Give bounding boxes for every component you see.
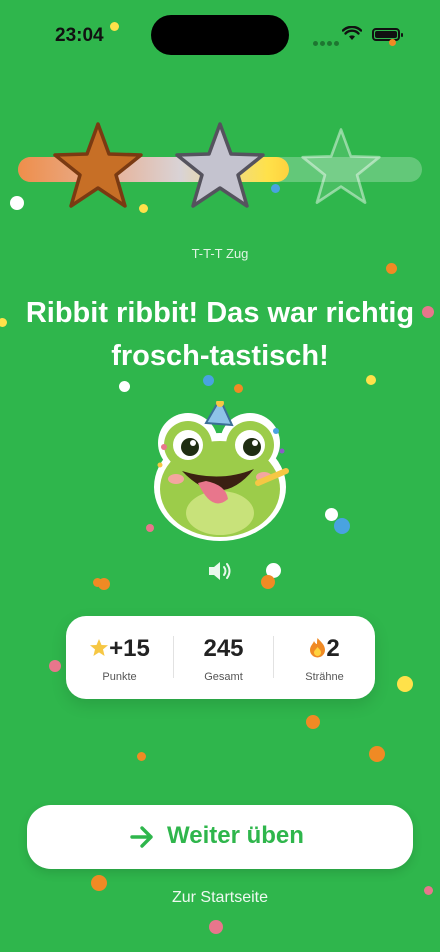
confetti-dot [98, 578, 110, 590]
stat-total: 245 Gesamt [174, 616, 273, 699]
stat-points: +15 Punkte [66, 616, 173, 699]
confetti-dot [10, 196, 24, 210]
points-value: +15 [109, 635, 150, 662]
confetti-dot [118, 380, 130, 392]
confetti-dot [397, 676, 413, 692]
stat-streak: 2 Strähne [274, 616, 375, 699]
points-label: Punkte [102, 671, 137, 683]
lesson-subtitle: T-T-T Zug [191, 246, 249, 261]
battery-icon [372, 28, 403, 41]
wifi-icon [342, 26, 362, 40]
signal-icon [313, 33, 341, 51]
confetti-dot [261, 575, 275, 589]
continue-practice-button[interactable]: Weiter üben [27, 805, 413, 869]
celebration-headline: Ribbit ribbit! Das war richtig frosch-ta… [25, 297, 415, 372]
speaker-icon[interactable] [207, 560, 233, 582]
home-link[interactable]: Zur Startseite [0, 889, 440, 907]
gold-star-outline-icon [301, 128, 381, 204]
stats-card: +15 Punkte 245 Gesamt 2 Strähne [66, 616, 375, 699]
star-icon [90, 639, 109, 656]
confetti-dot [422, 306, 434, 318]
confetti-dot [146, 524, 154, 532]
confetti-dot [49, 660, 61, 672]
confetti-dot [202, 374, 214, 386]
continue-practice-label: Weiter üben [167, 822, 304, 849]
confetti-dot [423, 885, 433, 895]
bronze-star-icon [53, 122, 143, 208]
confetti-dot [369, 746, 385, 762]
confetti-dot [136, 751, 146, 761]
dynamic-island [151, 15, 289, 55]
confetti-dot [109, 21, 119, 31]
status-bar: 23:04 [0, 0, 440, 70]
arrow-right-icon [130, 826, 153, 848]
confetti-dot [91, 875, 107, 891]
confetti-dot [388, 38, 396, 46]
total-label: Gesamt [204, 671, 243, 683]
confetti-dot [306, 715, 320, 729]
flame-icon [310, 638, 326, 658]
status-time: 23:04 [55, 25, 104, 46]
confetti-dot [209, 920, 223, 934]
silver-star-icon [175, 122, 265, 208]
confetti-dot [334, 518, 350, 534]
party-frog-icon [154, 401, 289, 541]
confetti-dot [385, 262, 397, 274]
streak-label: Strähne [305, 671, 344, 683]
confetti-dot [270, 183, 280, 193]
total-value: 245 [203, 635, 244, 662]
confetti-dot [324, 507, 338, 521]
confetti-dot [366, 375, 376, 385]
confetti-dot [138, 203, 148, 213]
streak-value: 2 [326, 635, 340, 662]
confetti-dot [0, 317, 7, 327]
confetti-dot [233, 383, 243, 393]
